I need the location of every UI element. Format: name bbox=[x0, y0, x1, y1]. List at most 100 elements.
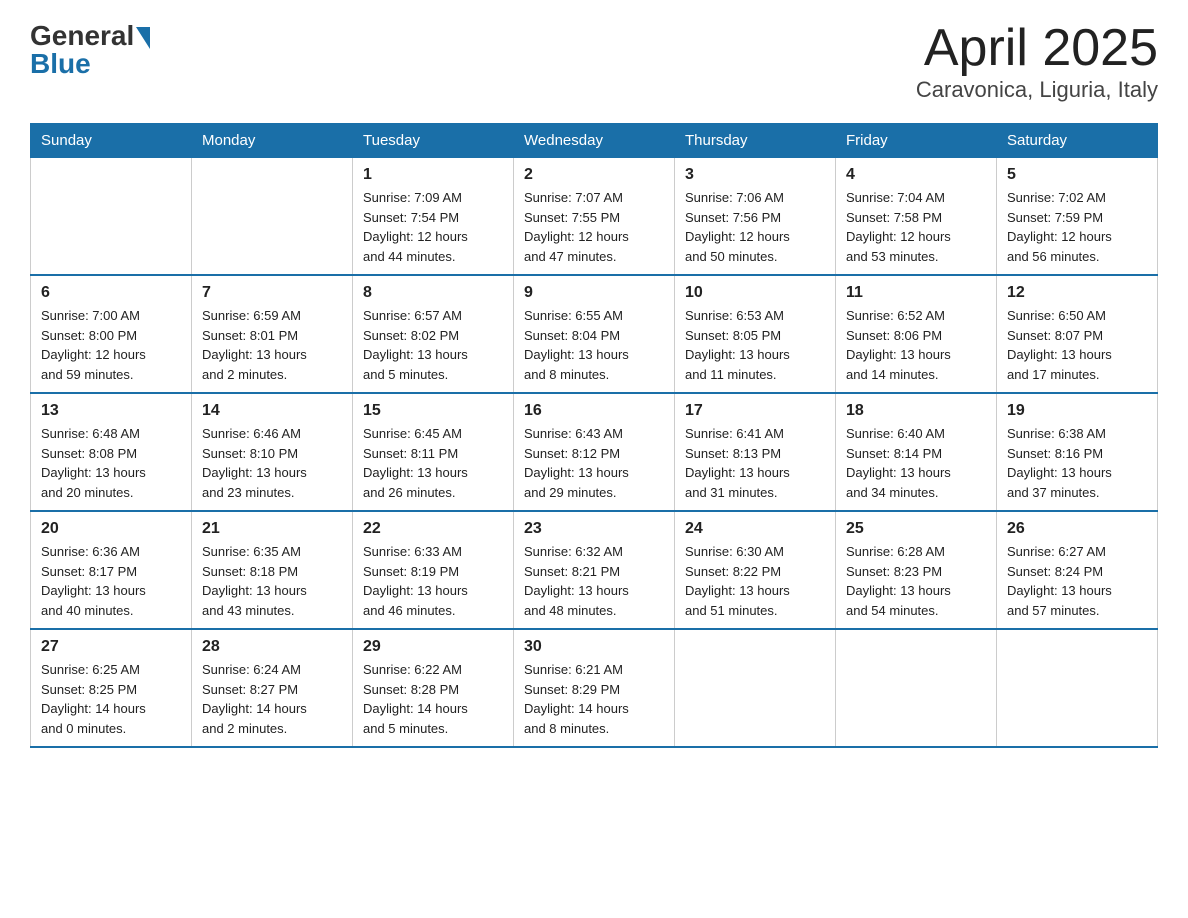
header-saturday: Saturday bbox=[997, 124, 1158, 158]
day-number: 9 bbox=[524, 284, 664, 302]
day-number: 18 bbox=[846, 402, 986, 420]
day-info: Sunrise: 7:07 AM Sunset: 7:55 PM Dayligh… bbox=[524, 190, 629, 264]
week-row-1: 1 Sunrise: 7:09 AM Sunset: 7:54 PM Daylig… bbox=[31, 158, 1158, 276]
header-sunday: Sunday bbox=[31, 124, 192, 158]
calendar-cell: 19 Sunrise: 6:38 AM Sunset: 8:16 PM Dayli… bbox=[997, 393, 1158, 511]
day-number: 15 bbox=[363, 402, 503, 420]
day-info: Sunrise: 6:36 AM Sunset: 8:17 PM Dayligh… bbox=[41, 544, 146, 618]
day-info: Sunrise: 6:59 AM Sunset: 8:01 PM Dayligh… bbox=[202, 308, 307, 382]
week-row-5: 27 Sunrise: 6:25 AM Sunset: 8:25 PM Dayli… bbox=[31, 629, 1158, 747]
header-friday: Friday bbox=[836, 124, 997, 158]
day-info: Sunrise: 6:38 AM Sunset: 8:16 PM Dayligh… bbox=[1007, 426, 1112, 500]
calendar-cell: 30 Sunrise: 6:21 AM Sunset: 8:29 PM Dayli… bbox=[514, 629, 675, 747]
calendar-body: 1 Sunrise: 7:09 AM Sunset: 7:54 PM Daylig… bbox=[31, 158, 1158, 748]
day-number: 11 bbox=[846, 284, 986, 302]
day-number: 26 bbox=[1007, 520, 1147, 538]
day-number: 6 bbox=[41, 284, 181, 302]
day-info: Sunrise: 6:50 AM Sunset: 8:07 PM Dayligh… bbox=[1007, 308, 1112, 382]
week-row-2: 6 Sunrise: 7:00 AM Sunset: 8:00 PM Daylig… bbox=[31, 275, 1158, 393]
calendar-cell: 1 Sunrise: 7:09 AM Sunset: 7:54 PM Daylig… bbox=[353, 158, 514, 276]
day-info: Sunrise: 6:57 AM Sunset: 8:02 PM Dayligh… bbox=[363, 308, 468, 382]
calendar-cell: 14Sunrise: 6:46 AM Sunset: 8:10 PM Dayli… bbox=[192, 393, 353, 511]
day-info: Sunrise: 6:25 AM Sunset: 8:25 PM Dayligh… bbox=[41, 662, 146, 736]
calendar-cell: 26Sunrise: 6:27 AM Sunset: 8:24 PM Dayli… bbox=[997, 511, 1158, 629]
logo-arrow-icon bbox=[136, 27, 150, 49]
day-number: 8 bbox=[363, 284, 503, 302]
day-number: 13 bbox=[41, 402, 181, 420]
day-number: 19 bbox=[1007, 402, 1147, 420]
calendar-cell: 7 Sunrise: 6:59 AM Sunset: 8:01 PM Daylig… bbox=[192, 275, 353, 393]
calendar-cell: 6 Sunrise: 7:00 AM Sunset: 8:00 PM Daylig… bbox=[31, 275, 192, 393]
day-info: Sunrise: 6:22 AM Sunset: 8:28 PM Dayligh… bbox=[363, 662, 468, 736]
calendar-cell: 28 Sunrise: 6:24 AM Sunset: 8:27 PM Dayli… bbox=[192, 629, 353, 747]
day-number: 21 bbox=[202, 520, 342, 538]
calendar-cell: 5 Sunrise: 7:02 AM Sunset: 7:59 PM Daylig… bbox=[997, 158, 1158, 276]
header-wednesday: Wednesday bbox=[514, 124, 675, 158]
day-info: Sunrise: 6:48 AM Sunset: 8:08 PM Dayligh… bbox=[41, 426, 146, 500]
day-info: Sunrise: 6:30 AM Sunset: 8:22 PM Dayligh… bbox=[685, 544, 790, 618]
day-number: 30 bbox=[524, 638, 664, 656]
calendar-cell: 8 Sunrise: 6:57 AM Sunset: 8:02 PM Daylig… bbox=[353, 275, 514, 393]
calendar-cell bbox=[997, 629, 1158, 747]
day-info: Sunrise: 6:33 AM Sunset: 8:19 PM Dayligh… bbox=[363, 544, 468, 618]
header-tuesday: Tuesday bbox=[353, 124, 514, 158]
calendar-cell: 29 Sunrise: 6:22 AM Sunset: 8:28 PM Dayli… bbox=[353, 629, 514, 747]
day-number: 23 bbox=[524, 520, 664, 538]
day-info: Sunrise: 6:21 AM Sunset: 8:29 PM Dayligh… bbox=[524, 662, 629, 736]
calendar-cell: 22 Sunrise: 6:33 AM Sunset: 8:19 PM Dayli… bbox=[353, 511, 514, 629]
day-info: Sunrise: 7:09 AM Sunset: 7:54 PM Dayligh… bbox=[363, 190, 468, 264]
day-info: Sunrise: 6:41 AM Sunset: 8:13 PM Dayligh… bbox=[685, 426, 790, 500]
week-row-3: 13 Sunrise: 6:48 AM Sunset: 8:08 PM Dayli… bbox=[31, 393, 1158, 511]
calendar-cell: 12 Sunrise: 6:50 AM Sunset: 8:07 PM Dayli… bbox=[997, 275, 1158, 393]
day-number: 10 bbox=[685, 284, 825, 302]
day-info: Sunrise: 6:52 AM Sunset: 8:06 PM Dayligh… bbox=[846, 308, 951, 382]
calendar-table: SundayMondayTuesdayWednesdayThursdayFrid… bbox=[30, 123, 1158, 748]
day-number: 12 bbox=[1007, 284, 1147, 302]
header-monday: Monday bbox=[192, 124, 353, 158]
calendar-cell: 9Sunrise: 6:55 AM Sunset: 8:04 PM Daylig… bbox=[514, 275, 675, 393]
calendar-cell: 18 Sunrise: 6:40 AM Sunset: 8:14 PM Dayli… bbox=[836, 393, 997, 511]
day-number: 28 bbox=[202, 638, 342, 656]
day-number: 4 bbox=[846, 166, 986, 184]
calendar-cell bbox=[192, 158, 353, 276]
day-number: 2 bbox=[524, 166, 664, 184]
day-info: Sunrise: 6:53 AM Sunset: 8:05 PM Dayligh… bbox=[685, 308, 790, 382]
day-number: 20 bbox=[41, 520, 181, 538]
calendar-cell: 13 Sunrise: 6:48 AM Sunset: 8:08 PM Dayli… bbox=[31, 393, 192, 511]
calendar-cell: 15 Sunrise: 6:45 AM Sunset: 8:11 PM Dayli… bbox=[353, 393, 514, 511]
day-number: 22 bbox=[363, 520, 503, 538]
calendar-cell: 2 Sunrise: 7:07 AM Sunset: 7:55 PM Daylig… bbox=[514, 158, 675, 276]
week-row-4: 20 Sunrise: 6:36 AM Sunset: 8:17 PM Dayli… bbox=[31, 511, 1158, 629]
day-info: Sunrise: 7:00 AM Sunset: 8:00 PM Dayligh… bbox=[41, 308, 146, 382]
logo: General Blue bbox=[30, 20, 150, 80]
header-row: SundayMondayTuesdayWednesdayThursdayFrid… bbox=[31, 124, 1158, 158]
day-number: 27 bbox=[41, 638, 181, 656]
calendar-cell: 27 Sunrise: 6:25 AM Sunset: 8:25 PM Dayli… bbox=[31, 629, 192, 747]
calendar-cell: 16 Sunrise: 6:43 AM Sunset: 8:12 PM Dayli… bbox=[514, 393, 675, 511]
calendar-cell bbox=[31, 158, 192, 276]
calendar-cell: 3Sunrise: 7:06 AM Sunset: 7:56 PM Daylig… bbox=[675, 158, 836, 276]
day-number: 5 bbox=[1007, 166, 1147, 184]
day-number: 16 bbox=[524, 402, 664, 420]
calendar-cell: 23 Sunrise: 6:32 AM Sunset: 8:21 PM Dayli… bbox=[514, 511, 675, 629]
calendar-header: SundayMondayTuesdayWednesdayThursdayFrid… bbox=[31, 124, 1158, 158]
calendar-cell: 10 Sunrise: 6:53 AM Sunset: 8:05 PM Dayli… bbox=[675, 275, 836, 393]
calendar-cell: 24Sunrise: 6:30 AM Sunset: 8:22 PM Dayli… bbox=[675, 511, 836, 629]
calendar-cell bbox=[675, 629, 836, 747]
day-info: Sunrise: 6:28 AM Sunset: 8:23 PM Dayligh… bbox=[846, 544, 951, 618]
day-number: 29 bbox=[363, 638, 503, 656]
day-info: Sunrise: 7:02 AM Sunset: 7:59 PM Dayligh… bbox=[1007, 190, 1112, 264]
day-info: Sunrise: 6:45 AM Sunset: 8:11 PM Dayligh… bbox=[363, 426, 468, 500]
day-number: 1 bbox=[363, 166, 503, 184]
calendar-cell: 25Sunrise: 6:28 AM Sunset: 8:23 PM Dayli… bbox=[836, 511, 997, 629]
day-info: Sunrise: 6:40 AM Sunset: 8:14 PM Dayligh… bbox=[846, 426, 951, 500]
day-info: Sunrise: 6:43 AM Sunset: 8:12 PM Dayligh… bbox=[524, 426, 629, 500]
day-number: 7 bbox=[202, 284, 342, 302]
day-info: Sunrise: 6:32 AM Sunset: 8:21 PM Dayligh… bbox=[524, 544, 629, 618]
day-info: Sunrise: 6:24 AM Sunset: 8:27 PM Dayligh… bbox=[202, 662, 307, 736]
header-thursday: Thursday bbox=[675, 124, 836, 158]
calendar-cell bbox=[836, 629, 997, 747]
day-number: 3 bbox=[685, 166, 825, 184]
calendar-title: April 2025 bbox=[916, 20, 1158, 77]
day-info: Sunrise: 6:46 AM Sunset: 8:10 PM Dayligh… bbox=[202, 426, 307, 500]
